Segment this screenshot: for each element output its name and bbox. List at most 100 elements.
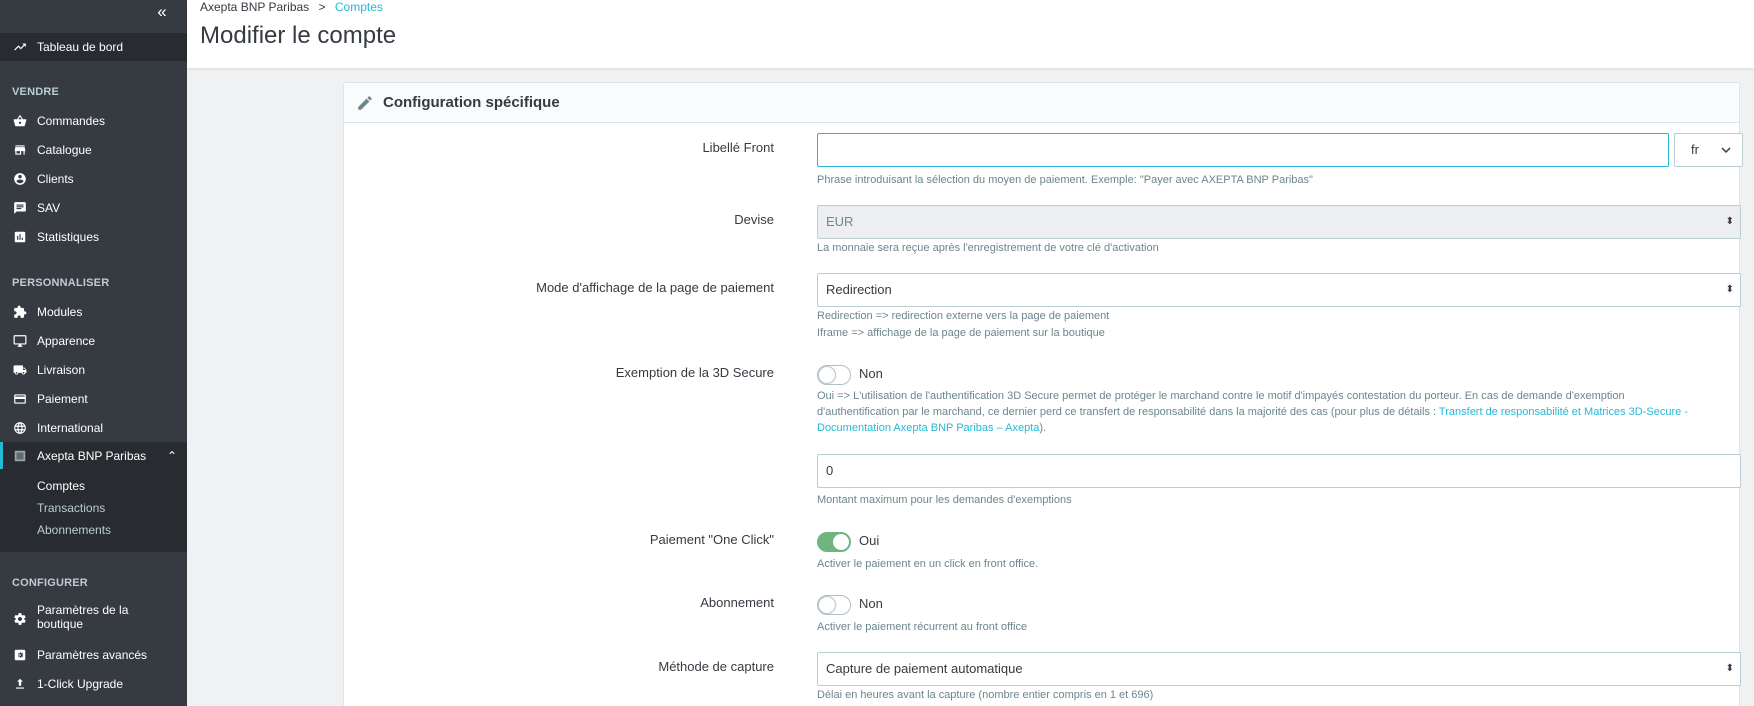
chevron-up-icon[interactable]: ⌃ — [167, 449, 177, 463]
sidebar-item-label: SAV — [37, 201, 61, 215]
sidebar-item-sav[interactable]: SAV — [0, 194, 187, 222]
truck-icon — [12, 363, 27, 378]
capture-method-select[interactable]: Capture de paiement automatique ⬍ — [817, 652, 1741, 686]
sidebar-item-label: Statistiques — [37, 230, 100, 244]
exemption-help-tail: ). — [1039, 422, 1047, 434]
upload-icon — [12, 677, 27, 692]
sidebar-item-label: Modules — [37, 305, 83, 319]
select-arrows-icon: ⬍ — [1725, 663, 1734, 674]
sidebar-item-dashboard[interactable]: Tableau de bord — [0, 33, 187, 61]
sidebar-item-label: Paramètres de la boutique — [37, 603, 129, 631]
sidebar-item-axepta[interactable]: Axepta BNP Paribas ⌃ — [0, 442, 187, 470]
exemption-3ds-state: Non — [859, 366, 883, 381]
sidebar-item-label: Clients — [37, 172, 74, 186]
sidebar-item-label: 1-Click Upgrade — [37, 677, 124, 691]
pencil-icon — [358, 96, 372, 110]
one-click-help: Activer le paiement en un click en front… — [817, 558, 1039, 570]
devise-select[interactable]: EUR ⬍ — [817, 205, 1741, 239]
one-click-state: Oui — [859, 533, 880, 548]
transfer-responsibility-link[interactable]: Transfert de responsabilité et Matrices … — [1439, 406, 1688, 418]
section-title-configure: CONFIGURER — [12, 577, 88, 589]
toggle-knob — [819, 597, 835, 613]
sidebar-item-shipping[interactable]: Livraison — [0, 356, 187, 384]
sidebar-item-customers[interactable]: Clients — [0, 165, 187, 193]
sidebar-item-label: Catalogue — [37, 143, 92, 157]
subscription-label: Abonnement — [700, 595, 774, 610]
exemption-3ds-help: Oui => L'utilisation de l'authentificati… — [817, 388, 1737, 436]
exemption-help-line-3: Documentation Axepta BNP Paribas – Axept… — [817, 420, 1737, 436]
exemption-help-line-2-text: d'authentification par le marchand, ce d… — [817, 406, 1437, 418]
chevron-down-icon — [1721, 147, 1731, 154]
libelle-front-input[interactable] — [817, 133, 1669, 167]
submenu-item-subscriptions[interactable]: Abonnements — [37, 523, 111, 537]
exemption-3ds-toggle[interactable] — [817, 365, 851, 385]
panel-header: Configuration spécifique — [344, 83, 1739, 123]
bar-chart-icon — [12, 230, 27, 245]
sidebar-item-catalog[interactable]: Catalogue — [0, 136, 187, 164]
capture-method-value: Capture de paiement automatique — [826, 661, 1023, 676]
toggle-knob — [833, 534, 849, 550]
select-arrows-icon: ⬍ — [1725, 284, 1734, 295]
sidebar-item-label: Tableau de bord — [37, 40, 124, 54]
sidebar: « Tableau de bord VENDRE Commandes Catal… — [0, 0, 187, 706]
exemption-3ds-label: Exemption de la 3D Secure — [615, 365, 774, 380]
sidebar-item-advanced-parameters[interactable]: Paramètres avancés — [0, 641, 187, 669]
display-mode-help-2: Iframe => affichage de la page de paieme… — [817, 327, 1105, 339]
panel-title: Configuration spécifique — [383, 94, 560, 111]
capture-method-label: Méthode de capture — [658, 659, 774, 674]
sidebar-item-label: Commandes — [37, 114, 106, 128]
sidebar-item-appearance[interactable]: Apparence — [0, 327, 187, 355]
sidebar-item-modules[interactable]: Modules — [0, 298, 187, 326]
submenu-axepta: Comptes Transactions Abonnements — [0, 469, 187, 552]
trending-up-icon — [12, 40, 27, 55]
exemption-amount-help: Montant maximum pour les demandes d'exem… — [817, 494, 1072, 506]
sidebar-item-label: Livraison — [37, 363, 86, 377]
sidebar-item-orders[interactable]: Commandes — [0, 107, 187, 135]
account-circle-icon — [12, 172, 27, 187]
devise-help: La monnaie sera reçue après l'enregistre… — [817, 242, 1159, 254]
language-dropdown[interactable]: fr — [1674, 133, 1743, 167]
section-title-customize: PERSONNALISER — [12, 277, 110, 289]
monitor-icon — [12, 334, 27, 349]
store-icon — [12, 143, 27, 158]
gear-icon — [12, 611, 27, 626]
subscription-help: Activer le paiement récurrent au front o… — [817, 621, 1028, 633]
globe-icon — [12, 421, 27, 436]
module-logo-icon — [12, 449, 27, 464]
chat-icon — [12, 201, 27, 216]
sidebar-item-stats[interactable]: Statistiques — [0, 223, 187, 251]
settings-box-icon — [12, 648, 27, 663]
breadcrumb-current[interactable]: Comptes — [335, 0, 383, 14]
credit-card-icon — [12, 392, 27, 407]
exemption-help-line-1: Oui => L'utilisation de l'authentificati… — [817, 390, 1625, 402]
subscription-toggle[interactable] — [817, 595, 851, 615]
sidebar-item-label: Paiement — [37, 392, 88, 406]
exemption-amount-input[interactable]: 0 — [817, 454, 1741, 488]
libelle-front-label: Libellé Front — [702, 140, 774, 155]
basket-icon — [12, 114, 27, 129]
submenu-item-accounts[interactable]: Comptes — [37, 479, 85, 493]
capture-method-help: Délai en heures avant la capture (nombre… — [817, 689, 1154, 701]
axepta-documentation-link[interactable]: Documentation Axepta BNP Paribas – Axept… — [817, 422, 1039, 434]
display-mode-value: Redirection — [826, 282, 892, 297]
sidebar-item-shop-parameters[interactable]: Paramètres de la boutique — [0, 603, 187, 639]
display-mode-help-1: Redirection => redirection externe vers … — [817, 310, 1110, 322]
submenu-item-transactions[interactable]: Transactions — [37, 501, 105, 515]
display-mode-select[interactable]: Redirection ⬍ — [817, 273, 1741, 307]
page-title: Modifier le compte — [200, 22, 397, 49]
sidebar-item-international[interactable]: International — [0, 414, 187, 442]
subscription-state: Non — [859, 596, 883, 611]
breadcrumb-separator: > — [318, 0, 326, 14]
sidebar-item-payment[interactable]: Paiement — [0, 385, 187, 413]
devise-value: EUR — [826, 214, 854, 229]
sidebar-item-label: Apparence — [37, 334, 96, 348]
puzzle-icon — [12, 305, 27, 320]
sidebar-item-label: International — [37, 421, 104, 435]
sidebar-item-upgrade[interactable]: 1-Click Upgrade — [0, 670, 187, 698]
display-mode-label: Mode d'affichage de la page de paiement — [536, 280, 774, 295]
sidebar-item-label: Paramètres avancés — [37, 648, 148, 662]
double-chevron-left-icon[interactable]: « — [152, 2, 172, 22]
toggle-knob — [819, 367, 835, 383]
one-click-toggle[interactable] — [817, 532, 851, 552]
breadcrumb-parent[interactable]: Axepta BNP Paribas — [200, 0, 309, 14]
